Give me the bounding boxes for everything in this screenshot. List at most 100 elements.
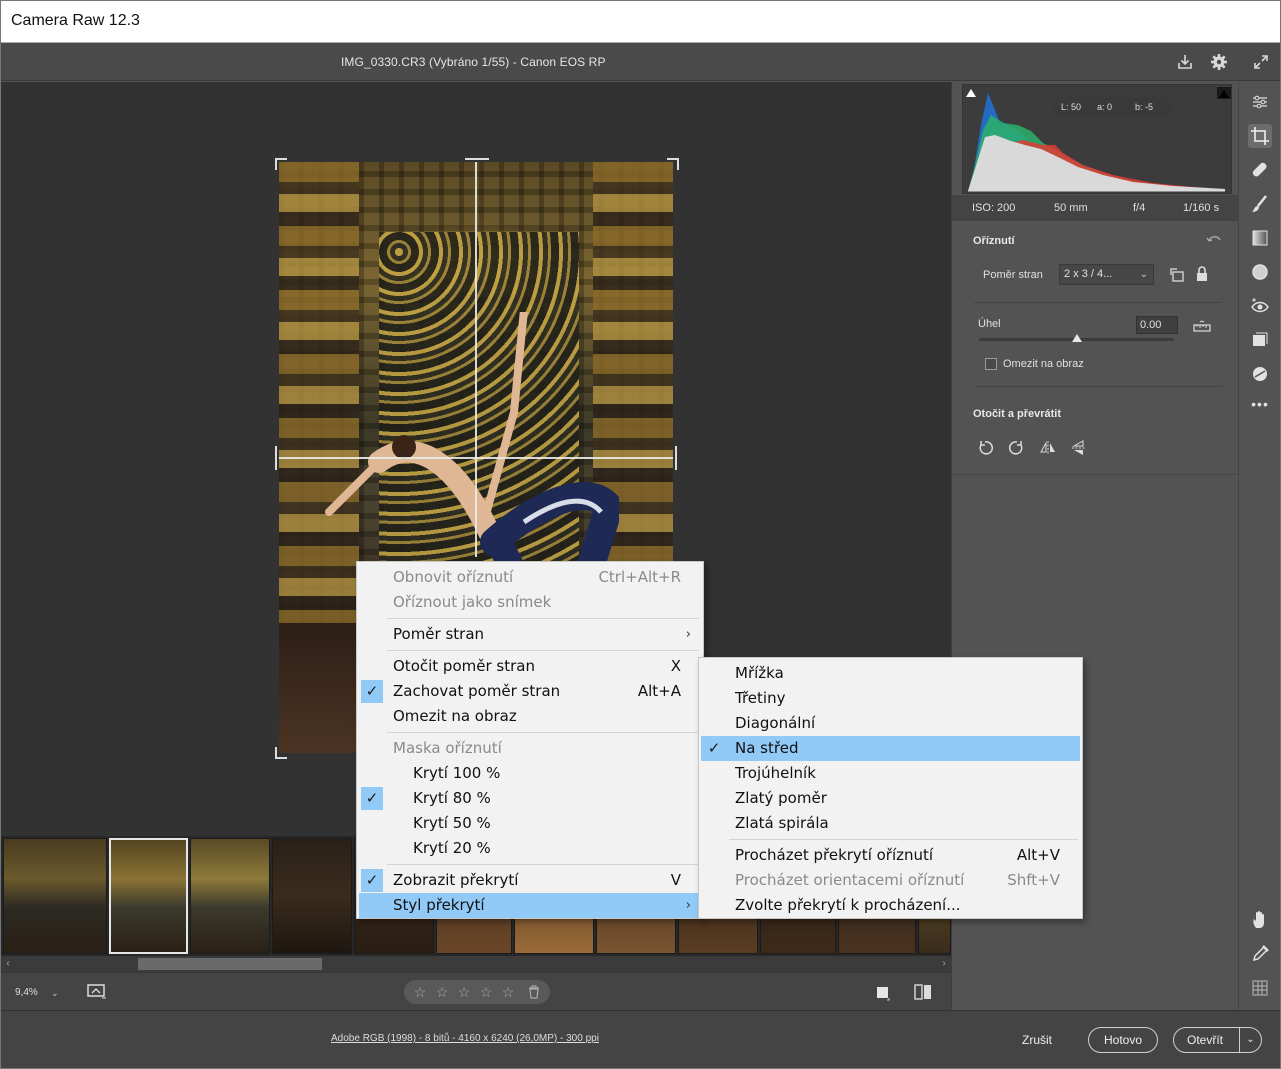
menu-item-keep-aspect[interactable]: ✓ Zachovat poměr stran Alt+A (359, 679, 701, 704)
checkmark-icon: ✓ (361, 869, 383, 892)
constrain-checkbox[interactable] (985, 358, 997, 370)
cancel-button[interactable]: Zrušit (1022, 1033, 1052, 1047)
menu-item-overlay-style[interactable]: Styl překrytí › (359, 893, 701, 918)
lab-l: L: 50 (1061, 102, 1082, 112)
radial-filter-icon[interactable] (1248, 260, 1272, 284)
filmstrip-thumb[interactable] (190, 838, 270, 954)
star-icon[interactable]: ☆ (500, 984, 516, 1001)
menu-item-opacity-80[interactable]: ✓ Krytí 80 % (359, 786, 701, 811)
snapshots-icon[interactable] (1248, 328, 1272, 352)
aperture-value: f/4 (1133, 202, 1146, 214)
trash-icon[interactable] (526, 984, 542, 1000)
scrollbar-thumb[interactable] (138, 958, 322, 970)
submenu-item-golden-spiral[interactable]: Zlatá spirála (701, 811, 1080, 836)
menu-item-reset-crop[interactable]: Obnovit oříznutí Ctrl+Alt+R (359, 565, 701, 590)
angle-slider[interactable] (979, 334, 1174, 342)
filmstrip-options-icon[interactable] (87, 983, 107, 1001)
swap-orientation-icon[interactable] (1168, 266, 1186, 284)
shadow-clipping-icon[interactable] (965, 87, 977, 99)
checkmark-icon: ✓ (361, 787, 383, 810)
menu-item-opacity-50[interactable]: Krytí 50 % (359, 811, 701, 836)
menu-item-constrain-to-image[interactable]: Omezit na obraz (359, 704, 701, 729)
crop-overlay-vertical-guide (475, 162, 477, 557)
lock-icon[interactable] (1195, 266, 1209, 282)
gear-icon[interactable] (1209, 52, 1229, 72)
angle-slider-thumb[interactable] (1071, 334, 1082, 342)
graduated-filter-icon[interactable] (1248, 226, 1272, 250)
healing-brush-icon[interactable] (1248, 158, 1272, 182)
workflow-options-link[interactable]: Adobe RGB (1998) - 8 bitů - 4160 x 6240 … (331, 1033, 599, 1044)
crop-tool-icon[interactable] (1248, 124, 1272, 148)
open-options-chevron-icon[interactable]: ⌄ (1239, 1028, 1261, 1052)
submenu-item-thirds[interactable]: Třetiny (701, 686, 1080, 711)
submenu-item-center[interactable]: ✓ Na střed (701, 736, 1080, 761)
more-options-icon[interactable]: ••• (1248, 392, 1272, 416)
histogram: L: 50 a: 0 b: -5 (962, 84, 1232, 194)
iso-value: ISO: 200 (972, 202, 1016, 214)
menu-item-label: Na střed (735, 739, 799, 757)
grid-icon[interactable] (1248, 976, 1272, 1000)
menu-item-aspect-ratio[interactable]: Poměr stran › (359, 622, 701, 647)
aspect-ratio-select[interactable]: 2 x 3 / 4... ⌄ (1059, 264, 1154, 285)
angle-input[interactable]: 0.00 (1136, 316, 1178, 334)
straighten-tool-icon[interactable] (1192, 320, 1212, 334)
done-button[interactable]: Hotovo (1088, 1027, 1158, 1053)
submenu-item-cycle-overlay[interactable]: Procházet překrytí oříznutí Alt+V (701, 843, 1080, 868)
submenu-item-choose-overlays[interactable]: Zvolte překrytí k procházení... (701, 893, 1080, 918)
submenu-item-cycle-orientation[interactable]: Procházet orientacemi oříznutí Shft+V (701, 868, 1080, 893)
crop-handle-right[interactable] (675, 446, 677, 470)
crop-handle-top-right[interactable] (667, 158, 679, 170)
star-icon[interactable]: ☆ (434, 984, 450, 1001)
open-button[interactable]: Otevřít ⌄ (1173, 1027, 1262, 1053)
crop-handle-top[interactable] (465, 158, 489, 160)
reset-crop-icon[interactable] (1205, 232, 1223, 248)
highlight-clipping-icon[interactable] (1217, 87, 1231, 99)
lab-b: b: -5 (1135, 102, 1154, 112)
red-eye-icon[interactable] (1248, 294, 1272, 318)
menu-item-opacity-100[interactable]: Krytí 100 % (359, 761, 701, 786)
filmstrip-thumb[interactable] (272, 838, 352, 954)
before-after-icon[interactable] (913, 983, 933, 1001)
rotate-left-icon[interactable] (976, 439, 994, 457)
flip-horizontal-icon[interactable] (1039, 439, 1057, 457)
crop-handle-left[interactable] (275, 446, 277, 470)
rotate-right-icon[interactable] (1008, 439, 1026, 457)
bottom-toolbar: 9,4% ⌄ ☆ ☆ ☆ ☆ ☆ (1, 972, 951, 1010)
save-icon[interactable] (1175, 52, 1195, 72)
menu-item-shortcut: Shft+V (1007, 871, 1060, 889)
fullscreen-icon[interactable] (1251, 52, 1271, 72)
zoom-select[interactable]: 9,4% ⌄ (9, 982, 65, 1004)
scroll-right-icon[interactable]: › (937, 956, 951, 972)
submenu-item-golden-ratio[interactable]: Zlatý poměr (701, 786, 1080, 811)
crop-handle-bottom-left[interactable] (275, 747, 287, 759)
menu-separator (729, 839, 1078, 840)
star-icon[interactable]: ☆ (478, 984, 494, 1001)
star-icon[interactable]: ☆ (412, 984, 428, 1001)
filmstrip-thumb[interactable] (3, 838, 107, 954)
adjustment-brush-icon[interactable] (1248, 192, 1272, 216)
submenu-arrow-icon: › (685, 627, 691, 642)
menu-item-label: Zvolte překrytí k procházení... (735, 896, 961, 914)
eyedropper-icon[interactable] (1248, 942, 1272, 966)
flip-vertical-icon[interactable] (1070, 439, 1088, 457)
menu-item-crop-as-snapshot[interactable]: Oříznout jako snímek (359, 590, 701, 615)
presets-icon[interactable] (1248, 362, 1272, 386)
scroll-left-icon[interactable]: ‹ (1, 956, 15, 972)
menu-item-label: Oříznout jako snímek (393, 593, 552, 611)
menu-item-opacity-20[interactable]: Krytí 20 % (359, 836, 701, 861)
file-info: IMG_0330.CR3 (Vybráno 1/55) - Canon EOS … (341, 55, 606, 69)
filmstrip-scrollbar[interactable]: ‹ › (1, 956, 951, 972)
menu-item-label: Zlatý poměr (735, 789, 827, 807)
menu-item-rotate-aspect[interactable]: Otočit poměr stran X (359, 654, 701, 679)
submenu-item-grid[interactable]: Mřížka (701, 661, 1080, 686)
crop-handle-top-left[interactable] (275, 158, 287, 170)
star-icon[interactable]: ☆ (456, 984, 472, 1001)
hand-tool-icon[interactable] (1248, 908, 1272, 932)
edit-sliders-icon[interactable] (1248, 90, 1272, 114)
menu-item-show-overlay[interactable]: ✓ Zobrazit překrytí V (359, 868, 701, 893)
single-view-icon[interactable] (875, 985, 891, 1001)
submenu-item-triangle[interactable]: Trojúhelník (701, 761, 1080, 786)
menu-item-label: Krytí 20 % (413, 839, 491, 857)
submenu-item-diagonal[interactable]: Diagonální (701, 711, 1080, 736)
filmstrip-thumb-selected[interactable] (109, 838, 188, 954)
